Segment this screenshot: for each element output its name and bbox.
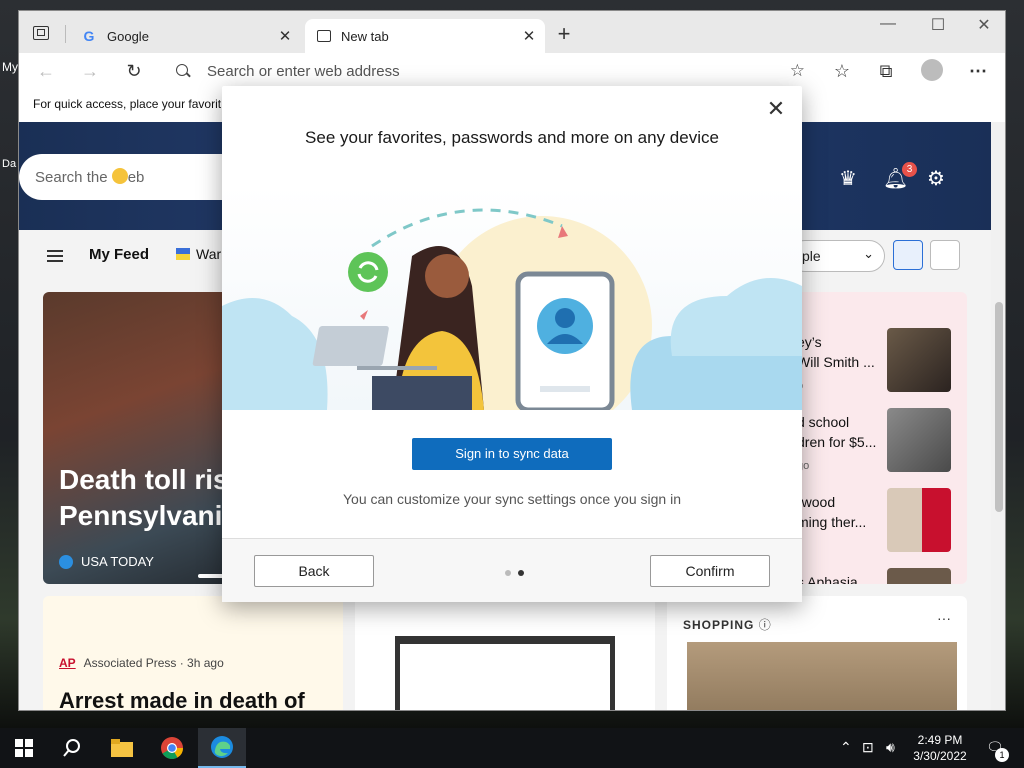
- dialog-title: See your favorites, passwords and more o…: [305, 128, 719, 147]
- search-icon: [175, 63, 191, 79]
- tab-actions-icon[interactable]: [33, 26, 49, 40]
- start-icon[interactable]: [0, 728, 48, 768]
- ap-story-card[interactable]: AP Associated Press · 3h ago Arrest made …: [43, 596, 343, 711]
- close-icon[interactable]: ✕: [275, 27, 295, 45]
- confirm-button[interactable]: Confirm: [650, 555, 770, 587]
- clock-time: 2:49 PM: [917, 733, 963, 747]
- step-dot-active: [518, 570, 524, 576]
- list-item[interactable]: rwood ming ther...: [797, 492, 866, 532]
- edge-icon[interactable]: [198, 728, 246, 768]
- web-search-box[interactable]: Search the eb: [19, 154, 249, 200]
- taskbar: ⌃ ⊡ 🔊︎ 2:49 PM 3/30/2022 🗨︎ 1: [0, 728, 1024, 768]
- page-scrollbar[interactable]: [991, 122, 1005, 710]
- tab-war[interactable]: War: [196, 246, 221, 262]
- story-title: Arrest made in death of: [59, 688, 305, 711]
- menu-icon[interactable]: [47, 250, 63, 262]
- network-icon[interactable]: ⊡: [862, 739, 874, 756]
- list-item[interactable]: d school dren for $5...: [797, 412, 876, 452]
- chevron-down-icon: ⌄: [863, 246, 874, 261]
- tab-new-tab[interactable]: New tab ✕: [305, 19, 545, 53]
- scrollbar-thumb[interactable]: [995, 302, 1003, 512]
- tab-google[interactable]: G Google ✕: [69, 19, 301, 53]
- list-item[interactable]: ey’s Will Smith ...: [797, 332, 875, 372]
- story-thumbnail[interactable]: [887, 568, 951, 584]
- show-hidden-icons[interactable]: ⌃: [840, 739, 852, 756]
- newtab-page-icon: [317, 30, 331, 42]
- search-placeholder-end: eb: [127, 169, 145, 186]
- source-name: USA TODAY: [81, 554, 154, 569]
- story-title-line2: Pennsylvania: [59, 500, 238, 531]
- close-icon[interactable]: ✕: [764, 96, 788, 122]
- favorites-button[interactable]: ☆: [829, 59, 855, 83]
- back-button[interactable]: Back: [254, 555, 374, 587]
- story-source: AP Associated Press · 3h ago: [59, 656, 224, 670]
- story-thumbnail[interactable]: [887, 408, 951, 472]
- system-clock[interactable]: 2:49 PM 3/30/2022: [902, 732, 978, 764]
- address-bar[interactable]: Search or enter web address ☆: [163, 56, 815, 86]
- ap-logo: AP: [59, 656, 76, 670]
- more-options-icon[interactable]: ···: [937, 610, 951, 626]
- story-thumbnail[interactable]: [887, 488, 951, 552]
- dialog-footer: Back Confirm: [222, 539, 802, 602]
- tab-bar: G Google ✕ New tab ✕ + — ☐ ✕: [19, 11, 1005, 53]
- step-indicator: [505, 570, 525, 576]
- notification-badge: 3: [902, 162, 917, 177]
- tab-separator: [65, 25, 66, 43]
- page-settings-icon[interactable]: ⚙: [927, 166, 945, 191]
- story-title: Death toll ris Pennsylvania: [59, 462, 238, 534]
- layout-dropdown[interactable]: ple ⌄: [789, 240, 885, 272]
- shopping-card[interactable]: SHOPPING ⓘ ···: [667, 596, 967, 710]
- grid-view-button[interactable]: [893, 240, 923, 270]
- bing-sun-icon: [111, 168, 128, 184]
- address-input[interactable]: Search or enter web address: [207, 63, 790, 80]
- tab-label: New tab: [341, 28, 389, 44]
- close-icon[interactable]: ✕: [519, 27, 539, 45]
- furniture-card[interactable]: [355, 596, 655, 710]
- info-icon[interactable]: ⓘ: [759, 618, 772, 632]
- clock-date: 3/30/2022: [913, 749, 967, 763]
- story-title-line1: Death toll ris: [59, 464, 229, 495]
- sync-dialog: ✕ See your favorites, passwords and more…: [222, 86, 802, 602]
- shelf-image: [395, 636, 615, 710]
- search-placeholder: Search the: [35, 169, 112, 186]
- volume-icon[interactable]: 🔊︎: [886, 739, 895, 756]
- back-button[interactable]: ←: [33, 59, 59, 83]
- desktop-icon-label[interactable]: Da: [2, 158, 16, 170]
- usa-today-logo-icon: [59, 555, 73, 569]
- story-source: USA TODAY: [59, 554, 154, 569]
- refresh-button[interactable]: ↻: [121, 59, 147, 83]
- add-favorite-icon[interactable]: ☆: [790, 61, 805, 81]
- sync-illustration: [222, 186, 802, 410]
- maximize-button[interactable]: ☐: [923, 15, 953, 35]
- collections-button[interactable]: ⧉: [873, 59, 899, 83]
- settings-more-button[interactable]: ⋯: [965, 59, 991, 83]
- chrome-icon[interactable]: [148, 728, 196, 768]
- tab-my-feed[interactable]: My Feed: [89, 246, 149, 263]
- google-g-icon: G: [83, 28, 95, 44]
- file-explorer-icon[interactable]: [98, 728, 146, 768]
- sign-in-sync-button[interactable]: Sign in to sync data: [412, 438, 612, 470]
- notification-count-badge: 1: [995, 748, 1009, 762]
- list-item[interactable]: s Aphasia: [797, 572, 858, 584]
- tab-label: Google: [107, 28, 149, 44]
- shopping-label: SHOPPING ⓘ: [683, 618, 772, 632]
- dropdown-value: ple: [802, 248, 821, 264]
- profile-avatar[interactable]: [921, 59, 943, 81]
- navigation-toolbar: ← → ↻ Search or enter web address ☆ ☆ ⧉ …: [19, 53, 1005, 89]
- desktop-icon-label[interactable]: My: [2, 60, 18, 74]
- rewards-icon[interactable]: ♛: [839, 166, 857, 191]
- search-icon[interactable]: [48, 728, 96, 768]
- sync-hint: You can customize your sync settings onc…: [342, 491, 681, 507]
- list-view-button[interactable]: [930, 240, 960, 270]
- step-dot: [505, 570, 511, 576]
- forward-button[interactable]: →: [77, 59, 103, 83]
- ukraine-flag-icon: [176, 248, 190, 260]
- source-meta: Associated Press · 3h ago: [83, 656, 224, 670]
- story-thumbnail[interactable]: [887, 328, 951, 392]
- minimize-button[interactable]: —: [873, 15, 903, 33]
- chairs-image: [687, 642, 957, 710]
- new-tab-button[interactable]: +: [553, 23, 575, 45]
- close-window-button[interactable]: ✕: [969, 15, 999, 35]
